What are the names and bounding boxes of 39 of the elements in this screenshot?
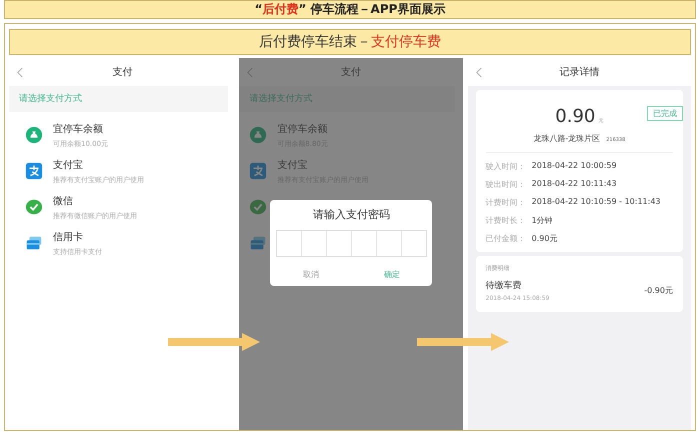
slide-subtitle: 后付费停车结束－支付停车费	[9, 29, 691, 55]
password-field[interactable]	[276, 230, 427, 257]
detail-item: 待缴车费	[486, 280, 523, 292]
method-title[interactable]: 宜停车余额	[53, 122, 108, 136]
back-icon[interactable]	[476, 66, 482, 78]
field-label: 已付金额：	[486, 233, 526, 244]
screen-title: 记录详情	[559, 66, 600, 79]
method-title[interactable]: 微信	[53, 194, 137, 208]
alipay-icon	[25, 162, 43, 180]
detail-amount: -0.90元	[644, 285, 673, 296]
field-label: 计费时长：	[486, 215, 526, 226]
field-value: 1分钟	[532, 215, 553, 226]
section-header: 请选择支付方式	[9, 86, 228, 112]
check-bubble-icon	[25, 198, 43, 216]
check-bubble-icon	[249, 198, 268, 216]
location-name: 龙珠八路-龙珠片区	[533, 134, 600, 143]
screen-title: 支付	[112, 66, 133, 79]
field-value: 2018-04-22 10:10:59 - 10:11:43	[532, 197, 661, 208]
credit-card-icon	[249, 234, 268, 252]
amount-value: 0.90	[555, 106, 596, 127]
status-tag: 已完成	[646, 106, 683, 121]
money-bag-icon	[249, 126, 268, 144]
field-label: 计费时间：	[486, 197, 526, 208]
field-label: 驶出时间：	[486, 179, 526, 190]
money-bag-icon	[25, 126, 43, 144]
alipay-icon	[249, 162, 268, 180]
method-title[interactable]: 信用卡	[53, 230, 102, 244]
field-value: 2018-04-22 10:00:59	[532, 161, 617, 172]
banner-title: “后付费” 停车流程－APP界面展示	[4, 0, 696, 19]
field-value: 2018-04-22 10:11:43	[532, 179, 617, 190]
credit-card-icon	[25, 234, 43, 252]
field-value: 0.90元	[532, 233, 558, 244]
back-icon[interactable]	[247, 66, 254, 78]
section-header: 请选择支付方式	[239, 86, 455, 112]
back-icon[interactable]	[17, 66, 23, 78]
field-label: 驶入时间：	[486, 161, 526, 172]
method-title[interactable]: 支付宝	[53, 158, 144, 172]
screen-title: 支付	[340, 66, 361, 79]
dialog-title: 请输入支付密码	[312, 207, 390, 222]
